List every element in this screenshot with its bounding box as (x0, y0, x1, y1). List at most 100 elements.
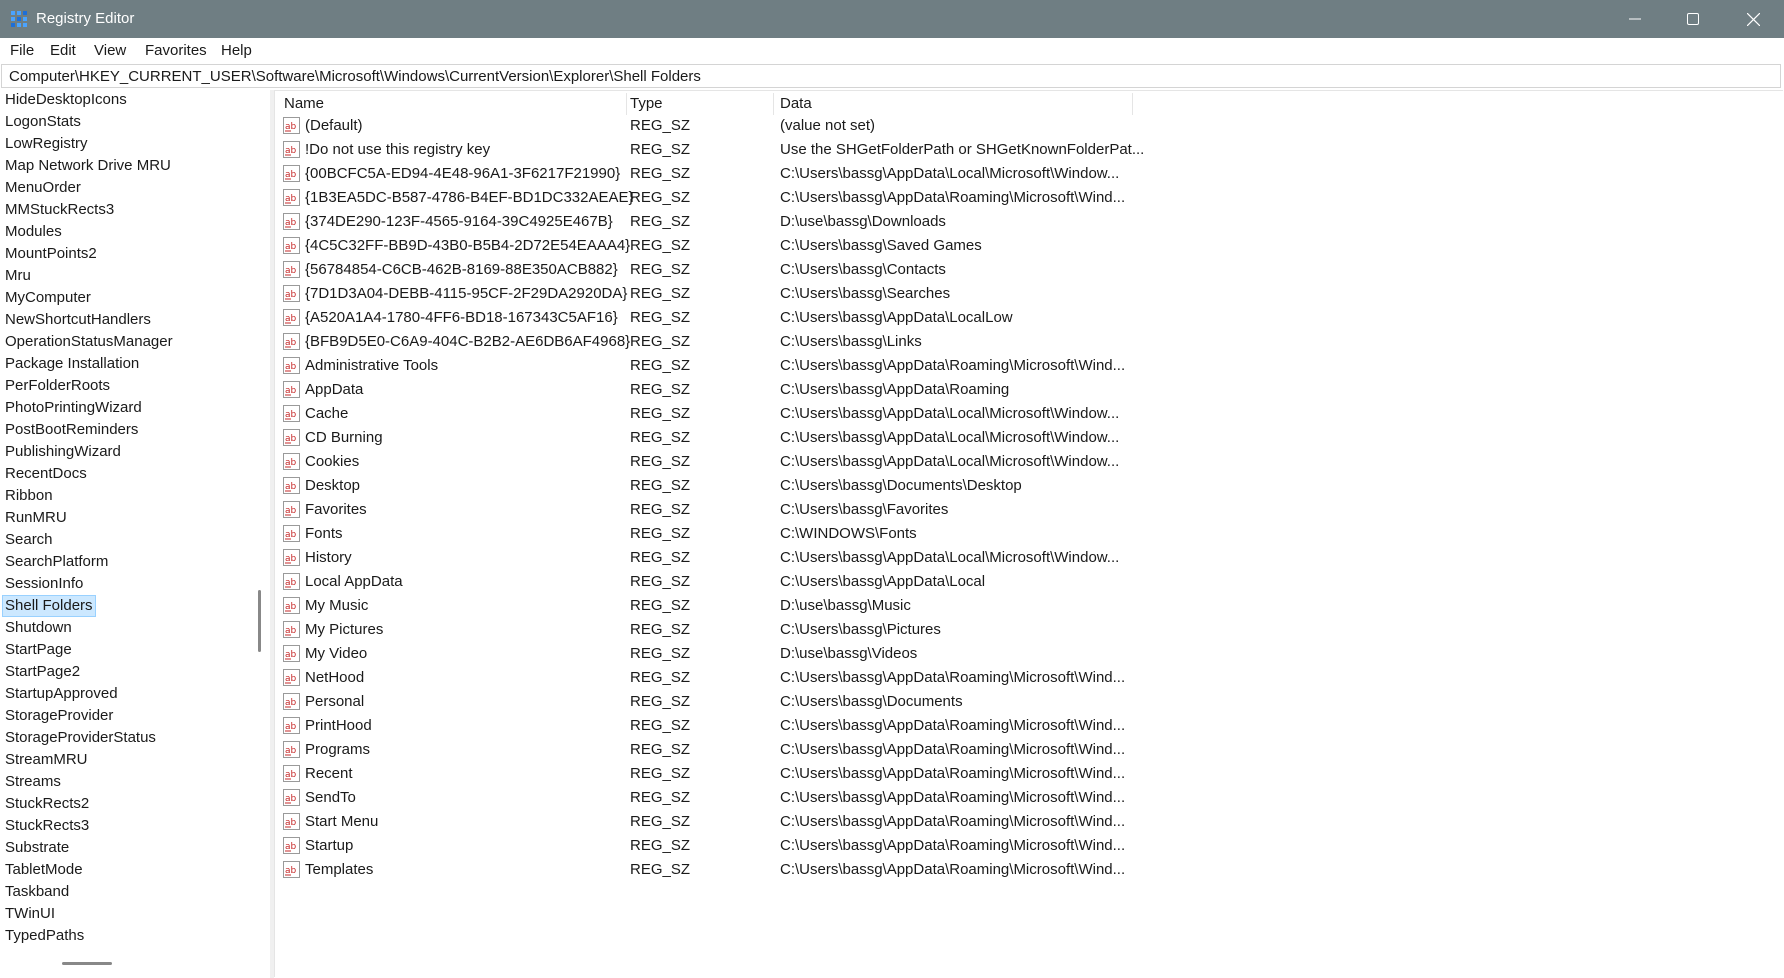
tree-item[interactable]: Mru (3, 266, 33, 286)
tree-item[interactable]: Ribbon (3, 486, 55, 506)
menu-view[interactable]: View (94, 42, 126, 59)
value-data: C:\Users\bassg\AppData\Roaming\Microsoft… (780, 669, 1126, 686)
table-row[interactable]: ab Administrative Tools REG_SZ C:\Users\bas… (275, 355, 1783, 377)
table-row[interactable]: ab CD Burning REG_SZ C:\Users\bassg\AppData… (275, 427, 1783, 449)
tree-item[interactable]: Map Network Drive MRU (3, 156, 173, 176)
close-button[interactable] (1724, 0, 1782, 38)
tree-vertical-scrollbar[interactable] (258, 590, 261, 652)
value-type: REG_SZ (630, 597, 691, 614)
table-row[interactable]: ab {BFB9D5E0-C6A9-404C-B2B2-AE6DB6AF4968}… (275, 331, 1783, 353)
key-tree-pane[interactable]: HideDesktopIcons LogonStats LowRegistry Map… (0, 90, 250, 978)
column-header-data[interactable]: Data (780, 93, 812, 115)
table-row[interactable]: ab SendTo REG_SZ C:\Users\bassg\AppData\Roa… (275, 787, 1783, 809)
value-data: C:\Users\bassg\AppData\Roaming\Microsoft… (780, 837, 1126, 854)
table-row[interactable]: ab PrintHood REG_SZ C:\Users\bassg\AppData\… (275, 715, 1783, 737)
table-row[interactable]: ab {56784854-C6CB-462B-8169-88E350ACB882}… (275, 259, 1783, 281)
table-row[interactable]: ab !Do not use this registry key REG_SZ Use… (275, 139, 1783, 161)
tree-item[interactable]: Taskband (3, 882, 71, 902)
menu-help[interactable]: Help (221, 42, 252, 59)
tree-item[interactable]: StartupApproved (3, 684, 120, 704)
tree-item[interactable]: Substrate (3, 838, 71, 858)
table-row[interactable]: ab Fonts REG_SZ C:\WINDOWS\Fonts (275, 523, 1783, 545)
tree-item[interactable]: OperationStatusManager (3, 332, 175, 352)
title-bar[interactable]: Registry Editor (0, 0, 1784, 38)
table-row[interactable]: ab AppData REG_SZ C:\Users\bassg\AppData\Ro… (275, 379, 1783, 401)
tree-item[interactable]: StuckRects2 (3, 794, 91, 814)
table-row[interactable]: ab {00BCFC5A-ED94-4E48-96A1-3F6217F21990}… (275, 163, 1783, 185)
table-row[interactable]: ab NetHood REG_SZ C:\Users\bassg\AppData\Ro… (275, 667, 1783, 689)
tree-item[interactable]: RecentDocs (3, 464, 89, 484)
values-list-pane[interactable]: Name Type Data ab (Default) REG_SZ (value n… (274, 90, 1783, 977)
menu-edit[interactable]: Edit (50, 42, 76, 59)
tree-item[interactable]: Shell Folders (2, 595, 96, 617)
table-row[interactable]: ab {A520A1A4-1780-4FF6-BD18-167343C5AF16}… (275, 307, 1783, 329)
maximize-button[interactable] (1664, 0, 1722, 38)
tree-item[interactable]: LogonStats (3, 112, 83, 132)
table-row[interactable]: ab {7D1D3A04-DEBB-4115-95CF-2F29DA2920DA}… (275, 283, 1783, 305)
menu-file[interactable]: File (10, 42, 34, 59)
string-value-icon: ab (283, 669, 300, 686)
tree-item[interactable]: TabletMode (3, 860, 85, 880)
table-row[interactable]: ab {4C5C32FF-BB9D-43B0-B5B4-2D72E54EAAA4}… (275, 235, 1783, 257)
table-row[interactable]: ab {374DE290-123F-4565-9164-39C4925E467B}… (275, 211, 1783, 233)
tree-item[interactable]: StartPage2 (3, 662, 82, 682)
column-header-type[interactable]: Type (630, 93, 663, 115)
column-header-name[interactable]: Name (284, 93, 324, 115)
tree-item[interactable]: LowRegistry (3, 134, 90, 154)
tree-item[interactable]: NewShortcutHandlers (3, 310, 153, 330)
tree-item[interactable]: PostBootReminders (3, 420, 140, 440)
address-bar[interactable]: Computer\HKEY_CURRENT_USER\Software\Micr… (1, 64, 1781, 88)
table-row[interactable]: ab Personal REG_SZ C:\Users\bassg\Documents (275, 691, 1783, 713)
tree-item[interactable]: RunMRU (3, 508, 69, 528)
tree-item[interactable]: TypedPaths (3, 926, 86, 946)
tree-item[interactable]: PublishingWizard (3, 442, 123, 462)
tree-item[interactable]: StreamMRU (3, 750, 90, 770)
tree-item[interactable]: StartPage (3, 640, 74, 660)
tree-item[interactable]: StuckRects3 (3, 816, 91, 836)
table-row[interactable]: ab Favorites REG_SZ C:\Users\bassg\Favorite… (275, 499, 1783, 521)
column-separator[interactable] (1132, 93, 1133, 115)
tree-item[interactable]: Modules (3, 222, 64, 242)
table-row[interactable]: ab Local AppData REG_SZ C:\Users\bassg\AppD… (275, 571, 1783, 593)
table-row[interactable]: ab Desktop REG_SZ C:\Users\bassg\Documents\… (275, 475, 1783, 497)
table-row[interactable]: ab Start Menu REG_SZ C:\Users\bassg\AppData… (275, 811, 1783, 833)
tree-item[interactable]: MMStuckRects3 (3, 200, 116, 220)
tree-item[interactable]: SessionInfo (3, 574, 85, 594)
tree-item[interactable]: MountPoints2 (3, 244, 99, 264)
string-value-icon: ab (283, 621, 300, 638)
tree-item[interactable]: PerFolderRoots (3, 376, 112, 396)
menu-favorites[interactable]: Favorites (145, 42, 207, 59)
table-row[interactable]: ab Cookies REG_SZ C:\Users\bassg\AppData\Lo… (275, 451, 1783, 473)
table-row[interactable]: ab (Default) REG_SZ (value not set) (275, 115, 1783, 137)
table-row[interactable]: ab My Music REG_SZ D:\use\bassg\Music (275, 595, 1783, 617)
table-row[interactable]: ab My Video REG_SZ D:\use\bassg\Videos (275, 643, 1783, 665)
table-row[interactable]: ab Recent REG_SZ C:\Users\bassg\AppData\Roa… (275, 763, 1783, 785)
tree-item[interactable]: HideDesktopIcons (3, 90, 129, 110)
minimize-button[interactable] (1606, 0, 1664, 38)
tree-horizontal-scrollbar[interactable] (62, 962, 112, 965)
address-path[interactable]: Computer\HKEY_CURRENT_USER\Software\Micr… (9, 68, 701, 85)
tree-item[interactable]: StorageProviderStatus (3, 728, 158, 748)
tree-item[interactable]: SearchPlatform (3, 552, 110, 572)
tree-item[interactable]: PhotoPrintingWizard (3, 398, 144, 418)
tree-item[interactable]: StorageProvider (3, 706, 115, 726)
column-separator[interactable] (626, 93, 627, 115)
value-type: REG_SZ (630, 333, 691, 350)
column-separator[interactable] (773, 93, 774, 115)
tree-item[interactable]: Streams (3, 772, 63, 792)
table-row[interactable]: ab Programs REG_SZ C:\Users\bassg\AppData\R… (275, 739, 1783, 761)
tree-item[interactable]: Shutdown (3, 618, 74, 638)
tree-item[interactable]: Search (3, 530, 55, 550)
value-data: C:\Users\bassg\Pictures (780, 621, 941, 638)
table-row[interactable]: ab Templates REG_SZ C:\Users\bassg\AppData\… (275, 859, 1783, 881)
tree-item[interactable]: TWinUI (3, 904, 57, 924)
table-row[interactable]: ab Startup REG_SZ C:\Users\bassg\AppData\Ro… (275, 835, 1783, 857)
tree-item[interactable]: Package Installation (3, 354, 141, 374)
value-name: Local AppData (305, 573, 403, 590)
tree-item[interactable]: MyComputer (3, 288, 93, 308)
table-row[interactable]: ab Cache REG_SZ C:\Users\bassg\AppData\Loca… (275, 403, 1783, 425)
table-row[interactable]: ab History REG_SZ C:\Users\bassg\AppData\Lo… (275, 547, 1783, 569)
table-row[interactable]: ab {1B3EA5DC-B587-4786-B4EF-BD1DC332AEAE}… (275, 187, 1783, 209)
table-row[interactable]: ab My Pictures REG_SZ C:\Users\bassg\Pictur… (275, 619, 1783, 641)
tree-item[interactable]: MenuOrder (3, 178, 83, 198)
